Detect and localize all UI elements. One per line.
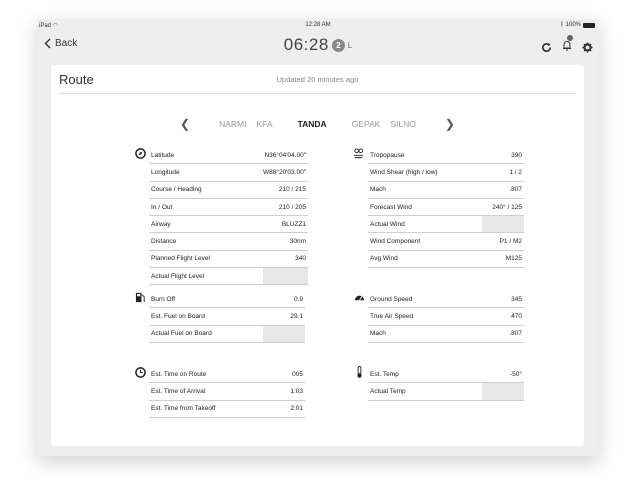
device-frame: iPad ◠ 12:28 AM ᛒ 100% Back 06:28 2 L Ro… [37,19,599,456]
battery-icon [583,22,595,28]
bell-icon [563,41,571,51]
row-label: Wind Shear (high / low) [368,163,482,182]
row-value: 390 [482,147,524,165]
row-value: -50° [482,366,524,384]
row-label: Est. Time on Route [149,366,263,384]
row-label: Forecast Wind [368,198,482,217]
waypoint-tab-active[interactable]: TANDA [298,119,327,129]
row-label: Distance [149,232,263,251]
nav-actions [541,35,593,56]
row-label: Longitude [149,163,263,182]
waypoint-tab[interactable]: KFA [257,119,273,129]
row-label: Est. Time of Arrival [149,382,263,401]
actual-fuel-input[interactable] [263,325,305,343]
row-label: Est. Temp [368,366,482,384]
battery-percent: 100% [565,22,581,28]
thermometer-icon [357,366,362,378]
position-group: Latitude N36°04'04.00" Longitude W88°20'03… [135,147,309,286]
actual-wind-input[interactable] [482,215,524,234]
row-value: W88°20'03.00" [263,163,309,182]
row-value: N36°04'04.00" [263,147,309,165]
row-label: Mach [368,181,482,199]
row-label: Planned Flight Level [149,250,263,269]
row-label: Actual Flight Level [149,267,263,286]
row-value: 1:03 [263,382,305,401]
row-value: M125 [482,250,524,269]
battery-indicator: ᛒ 100% [560,22,595,28]
row-value: 0.9 [263,291,305,309]
speedometer-icon [354,295,365,301]
bluetooth-icon: ᛒ [560,22,564,28]
status-clock: 12:28 AM [305,22,331,28]
next-waypoint-button[interactable]: ❯ [445,117,455,131]
flight-time: 06:28 [283,35,329,54]
route-card: Route Updated 20 minutes ago ❮ NARMI KFA… [51,65,584,446]
row-label: Est. Time from Takeoff [149,400,263,418]
notifications-button[interactable] [561,35,573,56]
row-value: .807 [482,181,524,199]
waypoint-tab[interactable]: SILNO [390,119,416,129]
row-value: 1 / 2 [482,163,524,182]
clock-icon [135,367,146,378]
nav-bar: Back 06:28 2 L [37,31,599,59]
row-value: 340 [263,250,309,269]
row-label: Burn Off [149,291,263,309]
waypoint-selector: ❮ NARMI KFA TANDA GEPAK SILNO ❯ [51,117,584,131]
gear-icon[interactable] [582,41,593,53]
row-value: 470 [482,307,524,326]
row-label: Actual Temp [368,382,482,401]
row-value: 210 / 205 [263,198,309,217]
prev-waypoint-button[interactable]: ❮ [180,117,190,131]
row-label: Latitude [149,147,263,165]
row-label: Est. Fuel on Board [149,307,263,326]
refresh-icon[interactable] [541,42,552,53]
row-label: Airway [149,215,263,234]
notification-dot [567,35,573,41]
waypoint-tab[interactable]: NARMI [219,119,246,129]
compass-icon [135,148,146,159]
status-bar: iPad ◠ 12:28 AM ᛒ 100% [37,19,599,31]
row-label: Actual Fuel on Board [149,325,263,343]
actual-flight-level-input[interactable] [263,267,309,286]
row-label: Avg Wind [368,250,482,269]
temperature-group: Est. Temp -50° Actual Temp [357,366,524,401]
updated-label: Updated 20 minutes ago [276,75,359,84]
row-label: True Air Speed [368,307,482,326]
nav-title: 06:28 2 L [37,35,599,55]
row-value: 345 [482,291,524,309]
row-value: .807 [482,325,524,343]
speed-group: Ground Speed 345 True Air Speed 470 Mach .8… [354,291,524,343]
row-value: 210 / 215 [263,181,309,199]
row-label: Course / Heading [149,181,263,199]
time-suffix: L [347,40,353,50]
row-value: 240° / 125 [482,198,524,217]
row-label: In / Out [149,198,263,217]
row-label: Tropopause [368,147,482,165]
fuel-pump-icon [135,292,146,303]
row-value: 005 [263,366,305,384]
row-label: Wind Component [368,232,482,251]
row-label: Mach [368,325,482,343]
row-value: 2:01 [263,400,305,418]
row-value: 29.1 [263,307,305,326]
actual-temp-input[interactable] [482,382,524,401]
wind-icon [353,148,364,159]
time-group: Est. Time on Route 005 Est. Time of Arriv… [135,366,305,418]
row-value: BLUZZ1 [263,215,309,234]
row-value: 30nm [263,232,309,251]
divider [59,93,576,94]
leg-badge: 2 [331,38,345,52]
fuel-group: Burn Off 0.9 Est. Fuel on Board 29.1 Actua… [135,291,305,343]
row-value: P1 / M2 [482,232,524,251]
row-label: Actual Wind [368,215,482,234]
row-label: Ground Speed [368,291,482,309]
waypoint-tab[interactable]: GEPAK [352,119,381,129]
weather-group: Tropopause 390 Wind Shear (high / low) 1 /… [353,147,524,269]
